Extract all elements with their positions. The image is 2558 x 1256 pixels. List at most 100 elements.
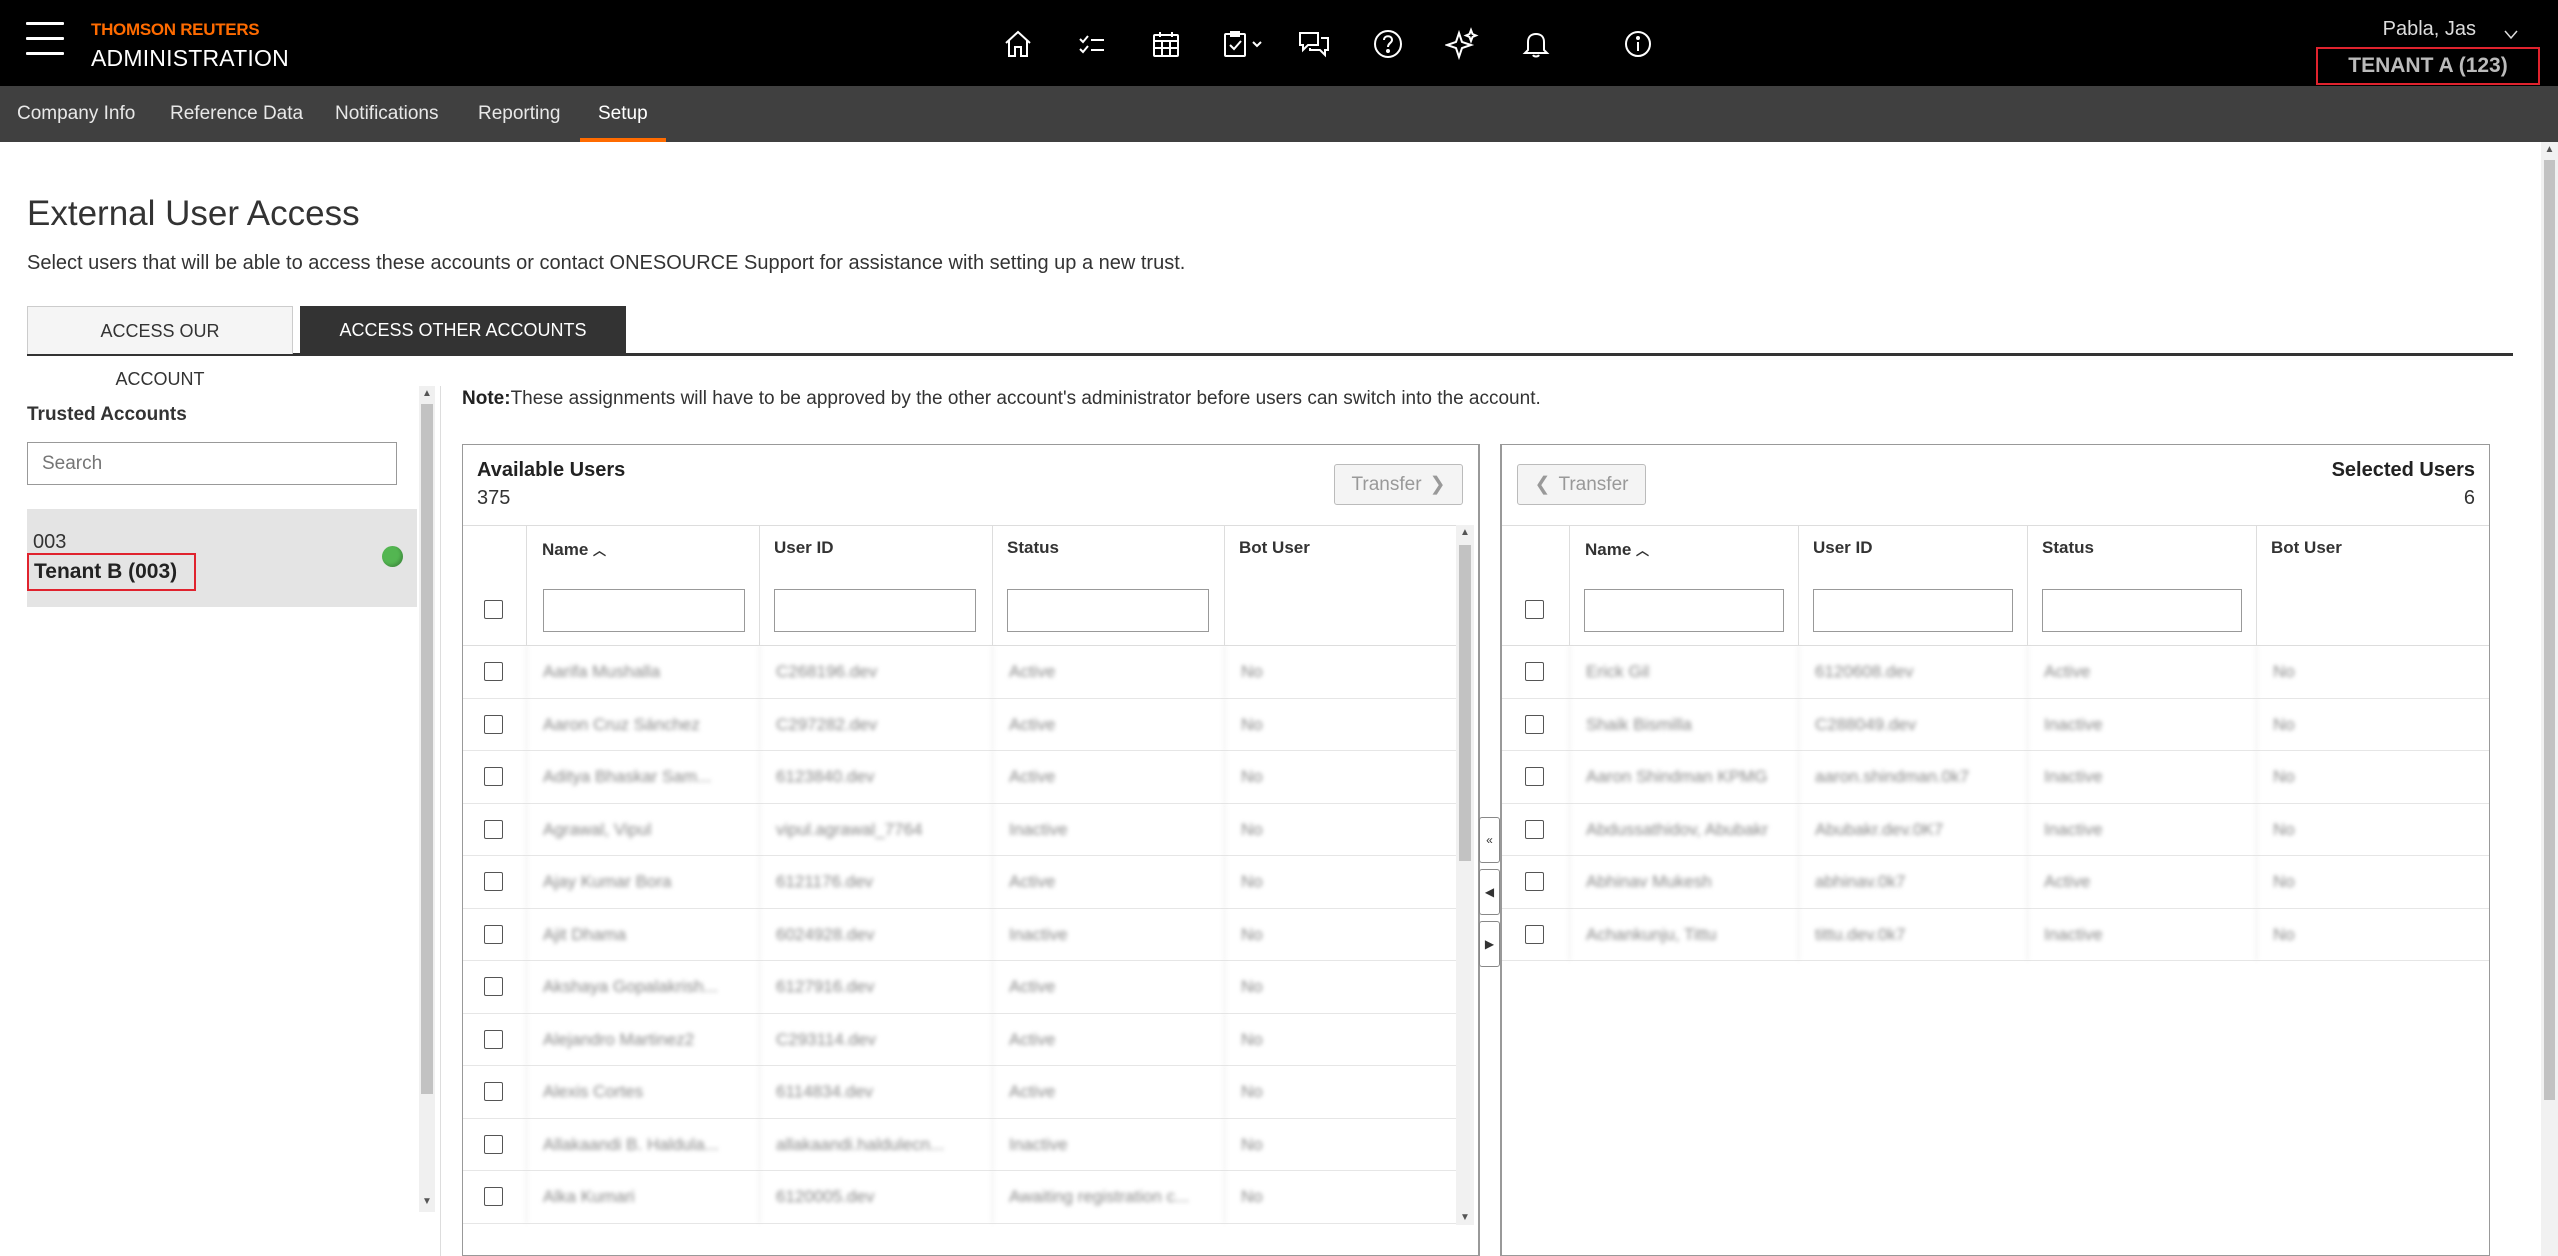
status-filter-input[interactable]	[2042, 589, 2242, 632]
table-row[interactable]: Aditya Bhaskar Sam... 6123840.dev Active No	[463, 751, 1456, 804]
trusted-list-scrollbar[interactable]: ▲ ▼	[419, 386, 435, 1212]
table-row[interactable]: Erick Gil 6120608.dev Active No	[1502, 646, 2489, 699]
row-checkbox[interactable]	[484, 977, 503, 996]
row-botuser-cell: No	[1224, 1013, 1456, 1065]
status-column-header[interactable]: Status	[992, 526, 1224, 645]
row-checkbox[interactable]	[484, 767, 503, 786]
table-row[interactable]: Allakaandi B. Haldula... allakaandi.haldu…	[463, 1118, 1456, 1171]
task-dropdown-icon[interactable]	[1220, 24, 1270, 64]
table-row[interactable]: Ajay Kumar Bora 6121176.dev Active No	[463, 856, 1456, 909]
sort-asc-icon[interactable]: ︿	[1636, 543, 1649, 558]
row-checkbox[interactable]	[484, 1187, 503, 1206]
row-botuser-cell: No	[1224, 856, 1456, 908]
row-checkbox[interactable]	[484, 872, 503, 891]
scroll-up-icon[interactable]: ▲	[2541, 144, 2558, 155]
chevron-down-icon[interactable]	[2504, 30, 2518, 40]
row-checkbox[interactable]	[1525, 819, 1544, 839]
table-row[interactable]: Akshaya Gopalakrish... 6127916.dev Active N…	[463, 961, 1456, 1014]
scrollbar-thumb[interactable]	[2544, 160, 2555, 1100]
trusted-account-item[interactable]: 003 Tenant B (003)	[27, 509, 417, 607]
table-row[interactable]: Achankunju, Tittu tittu.dev.0k7 Inactive No	[1502, 908, 2489, 961]
tenant-label[interactable]: TENANT A (123)	[2316, 47, 2540, 85]
select-all-checkbox[interactable]	[484, 600, 503, 619]
row-userid-cell: 6114834.dev	[759, 1066, 992, 1118]
subnav-reporting[interactable]: Reporting	[478, 86, 560, 142]
table-row[interactable]: Abhinav Mukesh abhinav.0k7 Active No	[1502, 856, 2489, 909]
scroll-down-icon[interactable]: ▼	[419, 1196, 435, 1210]
calendar-icon[interactable]	[1146, 24, 1186, 64]
scrollbar-thumb[interactable]	[421, 404, 433, 1094]
tab-access-other-accounts[interactable]: ACCESS OTHER ACCOUNTS	[300, 306, 626, 354]
page-scrollbar[interactable]: ▲	[2541, 142, 2558, 1256]
row-checkbox[interactable]	[1525, 767, 1544, 786]
row-checkbox[interactable]	[484, 1134, 503, 1154]
scroll-up-icon[interactable]: ▲	[419, 388, 435, 402]
table-row[interactable]: Aaron Cruz Sánchez C297282.dev Active No	[463, 698, 1456, 751]
sparkle-icon[interactable]	[1442, 24, 1482, 64]
table-row[interactable]: Alka Kumari 6120005.dev Awaiting registrat…	[463, 1171, 1456, 1224]
subnav-notifications[interactable]: Notifications	[335, 86, 439, 142]
account-code: 003	[33, 531, 67, 553]
name-filter-input[interactable]	[1584, 589, 1784, 632]
name-filter-input[interactable]	[543, 589, 745, 632]
botuser-column-header[interactable]: Bot User	[1224, 526, 1456, 645]
scrollbar-thumb[interactable]	[1459, 545, 1471, 861]
select-all-checkbox[interactable]	[1525, 600, 1544, 619]
table-row[interactable]: Aaron Shindman KPMG aaron.shindman.0k7 Ina…	[1502, 751, 2489, 804]
move-right-button[interactable]: ▶	[1479, 921, 1500, 967]
row-botuser-cell: No	[2256, 803, 2489, 855]
help-icon[interactable]	[1368, 24, 1408, 64]
row-checkbox[interactable]	[1525, 924, 1544, 944]
move-all-left-button[interactable]: «	[1479, 817, 1500, 863]
user-menu[interactable]: Pabla, Jas	[2383, 18, 2476, 41]
row-checkbox[interactable]	[484, 714, 503, 734]
userid-filter-input[interactable]	[1813, 589, 2013, 632]
brand-logo[interactable]: THOMSON REUTERS ADMINISTRATION	[91, 20, 289, 72]
info-icon[interactable]	[1618, 24, 1658, 64]
table-row[interactable]: Aarifa Mushalla C268196.dev Active No	[463, 646, 1456, 699]
subnav-company-info[interactable]: Company Info	[17, 86, 135, 142]
name-column-header[interactable]: Name ︿	[526, 526, 759, 645]
home-icon[interactable]	[998, 24, 1038, 64]
checklist-icon[interactable]	[1072, 24, 1112, 64]
selected-users-grid: Name ︿ User ID Status Bot User Erick Gil…	[1502, 525, 2489, 961]
row-botuser-cell: No	[2256, 908, 2489, 960]
table-row[interactable]: Agrawal, Vipul vipul.agrawal_7764 Inactive…	[463, 803, 1456, 856]
row-checkbox[interactable]	[484, 819, 503, 839]
row-checkbox[interactable]	[1525, 872, 1544, 891]
userid-column-header[interactable]: User ID	[759, 526, 992, 645]
scroll-down-icon[interactable]: ▼	[1456, 1212, 1474, 1223]
scroll-up-icon[interactable]: ▲	[1456, 527, 1474, 538]
status-column-header[interactable]: Status	[2027, 526, 2256, 645]
transfer-left-button[interactable]: ❮ Transfer	[1517, 464, 1646, 505]
table-row[interactable]: Alejandro Martinez2 C293114.dev Active No	[463, 1013, 1456, 1066]
chat-icon[interactable]	[1294, 24, 1334, 64]
botuser-column-header[interactable]: Bot User	[2256, 526, 2489, 645]
row-name-cell: Shaik Bismilla	[1569, 698, 1798, 750]
transfer-right-button[interactable]: Transfer ❯	[1334, 464, 1463, 505]
hamburger-menu-icon[interactable]	[26, 22, 64, 58]
status-filter-input[interactable]	[1007, 589, 1209, 632]
name-column-header[interactable]: Name ︿	[1569, 526, 1798, 645]
userid-column-header[interactable]: User ID	[1798, 526, 2027, 645]
table-row[interactable]: Abdussathidov, Abubakr Abubakr.dev.0K7 Ina…	[1502, 803, 2489, 856]
table-row[interactable]: Alexis Cortes 6114834.dev Active No	[463, 1066, 1456, 1119]
bell-icon[interactable]	[1516, 24, 1556, 64]
table-row[interactable]: Ajit Dhama 6024928.dev Inactive No	[463, 908, 1456, 961]
row-checkbox[interactable]	[1525, 714, 1544, 734]
available-grid-scrollbar[interactable]: ▲ ▼	[1456, 525, 1474, 1225]
subnav-setup[interactable]: Setup	[580, 86, 666, 142]
row-checkbox[interactable]	[484, 662, 503, 681]
row-checkbox[interactable]	[484, 1029, 503, 1049]
userid-filter-input[interactable]	[774, 589, 976, 632]
brand-app-name: ADMINISTRATION	[91, 45, 289, 71]
table-row[interactable]: Shaik Bismilla C288049.dev Inactive No	[1502, 698, 2489, 751]
row-checkbox[interactable]	[484, 1082, 503, 1101]
subnav-reference-data[interactable]: Reference Data	[170, 86, 303, 142]
tab-access-our-account[interactable]: ACCESS OUR ACCOUNT	[27, 306, 293, 389]
row-checkbox[interactable]	[1525, 662, 1544, 681]
sort-asc-icon[interactable]: ︿	[593, 543, 606, 558]
move-left-button[interactable]: ◀	[1479, 869, 1500, 915]
row-checkbox[interactable]	[484, 924, 503, 944]
trusted-search-input[interactable]	[27, 442, 397, 485]
